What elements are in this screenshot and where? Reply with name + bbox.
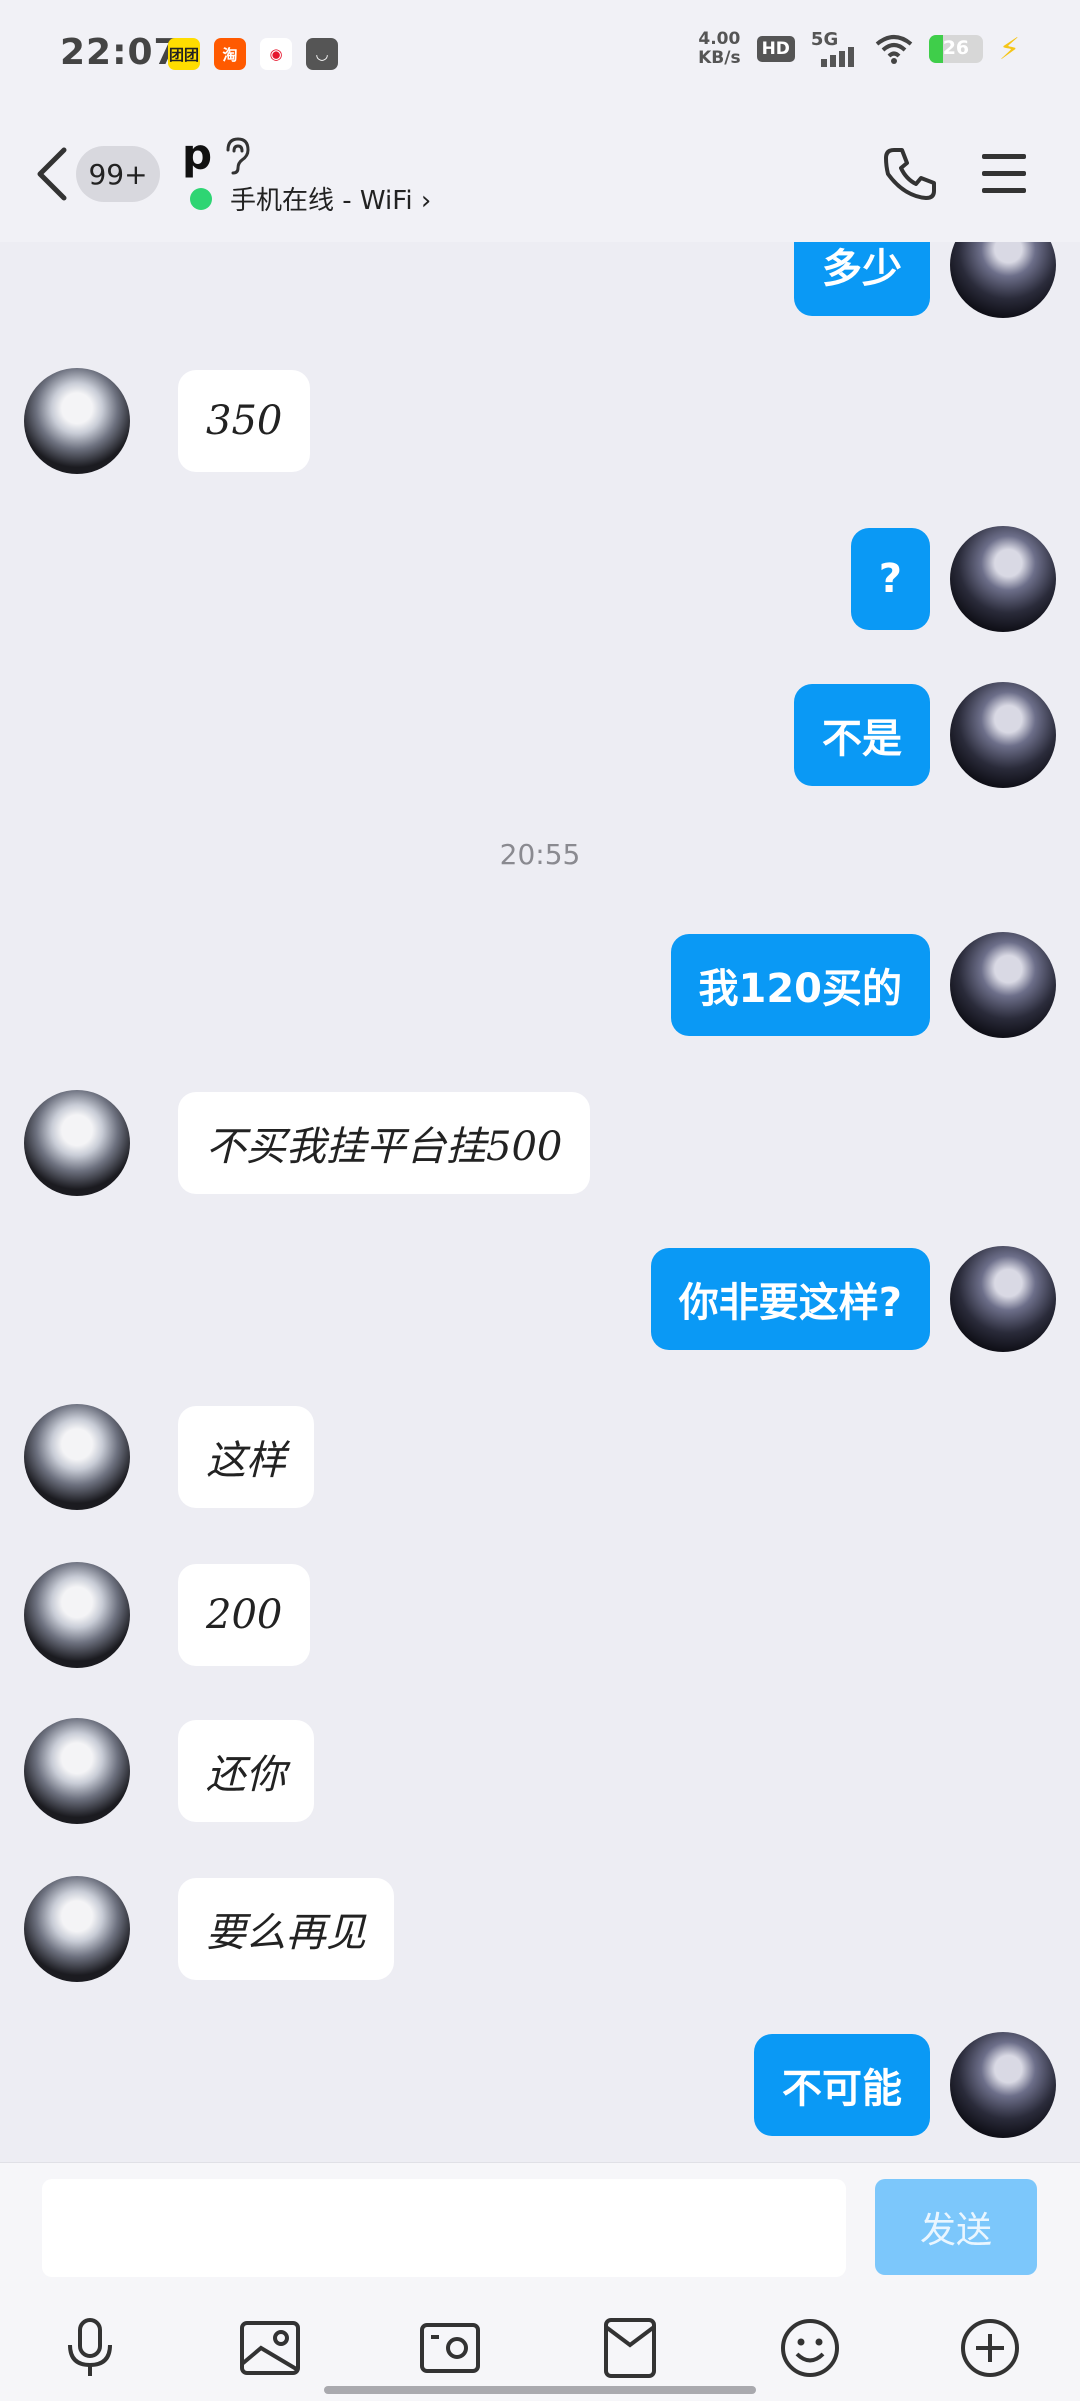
- hd-icon: HD: [756, 36, 795, 62]
- status-bar: 22:07 团团 淘 ◉ ◡ 4.00 KB/s HD 5G 26 ⚡: [0, 0, 1080, 110]
- my-avatar[interactable]: [950, 242, 1056, 318]
- message-bubble[interactable]: 不可能: [754, 2034, 930, 2136]
- message-bubble[interactable]: 我120买的: [670, 934, 930, 1036]
- message-incoming: 这样: [24, 1404, 314, 1510]
- message-bubble[interactable]: ?: [850, 528, 930, 630]
- unread-count-badge[interactable]: 99+: [76, 146, 160, 202]
- notification-app-icons: 团团 淘 ◉ ◡: [168, 38, 338, 70]
- message-composer: 发送: [0, 2162, 1080, 2401]
- contact-avatar[interactable]: [24, 1718, 130, 1824]
- contact-avatar[interactable]: [24, 1404, 130, 1510]
- message-outgoing: 不可能: [754, 2032, 1056, 2138]
- my-avatar[interactable]: [950, 2032, 1056, 2138]
- microphone-icon[interactable]: [55, 2313, 125, 2383]
- plus-icon[interactable]: [955, 2313, 1025, 2383]
- wifi-icon: [875, 35, 913, 64]
- message-input[interactable]: [42, 2179, 846, 2277]
- message-incoming: 要么再见: [24, 1876, 394, 1982]
- contact-avatar[interactable]: [24, 1876, 130, 1982]
- my-avatar[interactable]: [950, 682, 1056, 788]
- composer-toolbar: [0, 2313, 1080, 2383]
- signal-icon: 5G: [811, 29, 859, 67]
- time-divider: 20:55: [499, 838, 581, 871]
- battery-icon: 26: [928, 35, 983, 63]
- message-outgoing: 不是: [794, 682, 1056, 788]
- contact-name[interactable]: p: [182, 130, 212, 179]
- red-packet-icon[interactable]: [595, 2313, 665, 2383]
- message-outgoing: 我120买的: [670, 932, 1056, 1038]
- contact-avatar[interactable]: [24, 368, 130, 474]
- network-speed: 4.00 KB/s: [698, 30, 740, 68]
- message-bubble[interactable]: 不是: [794, 684, 930, 786]
- meituan-app-icon: 团团: [168, 38, 200, 70]
- my-avatar[interactable]: [950, 1246, 1056, 1352]
- message-list[interactable]: 多少 350 ? 不是 20:55 我120买的 不买我挂平台挂500 你非要这…: [0, 242, 1080, 2162]
- battery-level: 26: [942, 37, 970, 59]
- camera-icon[interactable]: [415, 2313, 485, 2383]
- status-indicators: 4.00 KB/s HD 5G 26 ⚡: [698, 29, 1020, 68]
- charging-icon: ⚡: [998, 31, 1020, 67]
- menu-icon[interactable]: [980, 152, 1028, 196]
- message-bubble[interactable]: 你非要这样?: [650, 1248, 930, 1350]
- contact-avatar[interactable]: [24, 1090, 130, 1196]
- message-incoming: 还你: [24, 1718, 314, 1824]
- phone-call-icon[interactable]: [880, 144, 940, 204]
- contact-avatar[interactable]: [24, 1562, 130, 1668]
- image-icon[interactable]: [235, 2313, 305, 2383]
- message-outgoing: 你非要这样?: [650, 1246, 1056, 1352]
- bag-app-icon: ◡: [306, 38, 338, 70]
- message-outgoing: ?: [850, 526, 1056, 632]
- weibo-app-icon: ◉: [260, 38, 292, 70]
- online-status-label: 手机在线 - WiFi: [230, 186, 413, 216]
- chevron-right-icon: ›: [420, 186, 432, 216]
- online-status[interactable]: 手机在线 - WiFi ›: [230, 180, 431, 217]
- net-speed-value: 4.00: [698, 29, 741, 49]
- online-status-dot: [190, 188, 212, 210]
- taobao-app-icon: 淘: [214, 38, 246, 70]
- message-outgoing: 多少: [794, 242, 1056, 318]
- net-speed-unit: KB/s: [698, 48, 741, 68]
- message-bubble[interactable]: 这样: [178, 1406, 314, 1508]
- message-bubble[interactable]: 多少: [794, 242, 930, 316]
- message-bubble[interactable]: 不买我挂平台挂500: [178, 1092, 591, 1194]
- chat-header: 99+ p 手机在线 - WiFi ›: [0, 110, 1080, 242]
- send-button[interactable]: 发送: [875, 2179, 1037, 2275]
- message-bubble[interactable]: 还你: [178, 1720, 314, 1822]
- status-time: 22:07: [60, 32, 180, 73]
- message-incoming: 不买我挂平台挂500: [24, 1090, 591, 1196]
- message-incoming: 200: [24, 1562, 311, 1668]
- message-bubble[interactable]: 200: [178, 1564, 311, 1666]
- ear-icon: [226, 137, 250, 175]
- message-incoming: 350: [24, 368, 311, 474]
- message-bubble[interactable]: 要么再见: [178, 1878, 394, 1980]
- home-indicator[interactable]: [324, 2386, 756, 2394]
- emoji-icon[interactable]: [775, 2313, 845, 2383]
- back-arrow-icon[interactable]: [32, 144, 72, 204]
- my-avatar[interactable]: [950, 526, 1056, 632]
- my-avatar[interactable]: [950, 932, 1056, 1038]
- message-bubble[interactable]: 350: [178, 370, 311, 472]
